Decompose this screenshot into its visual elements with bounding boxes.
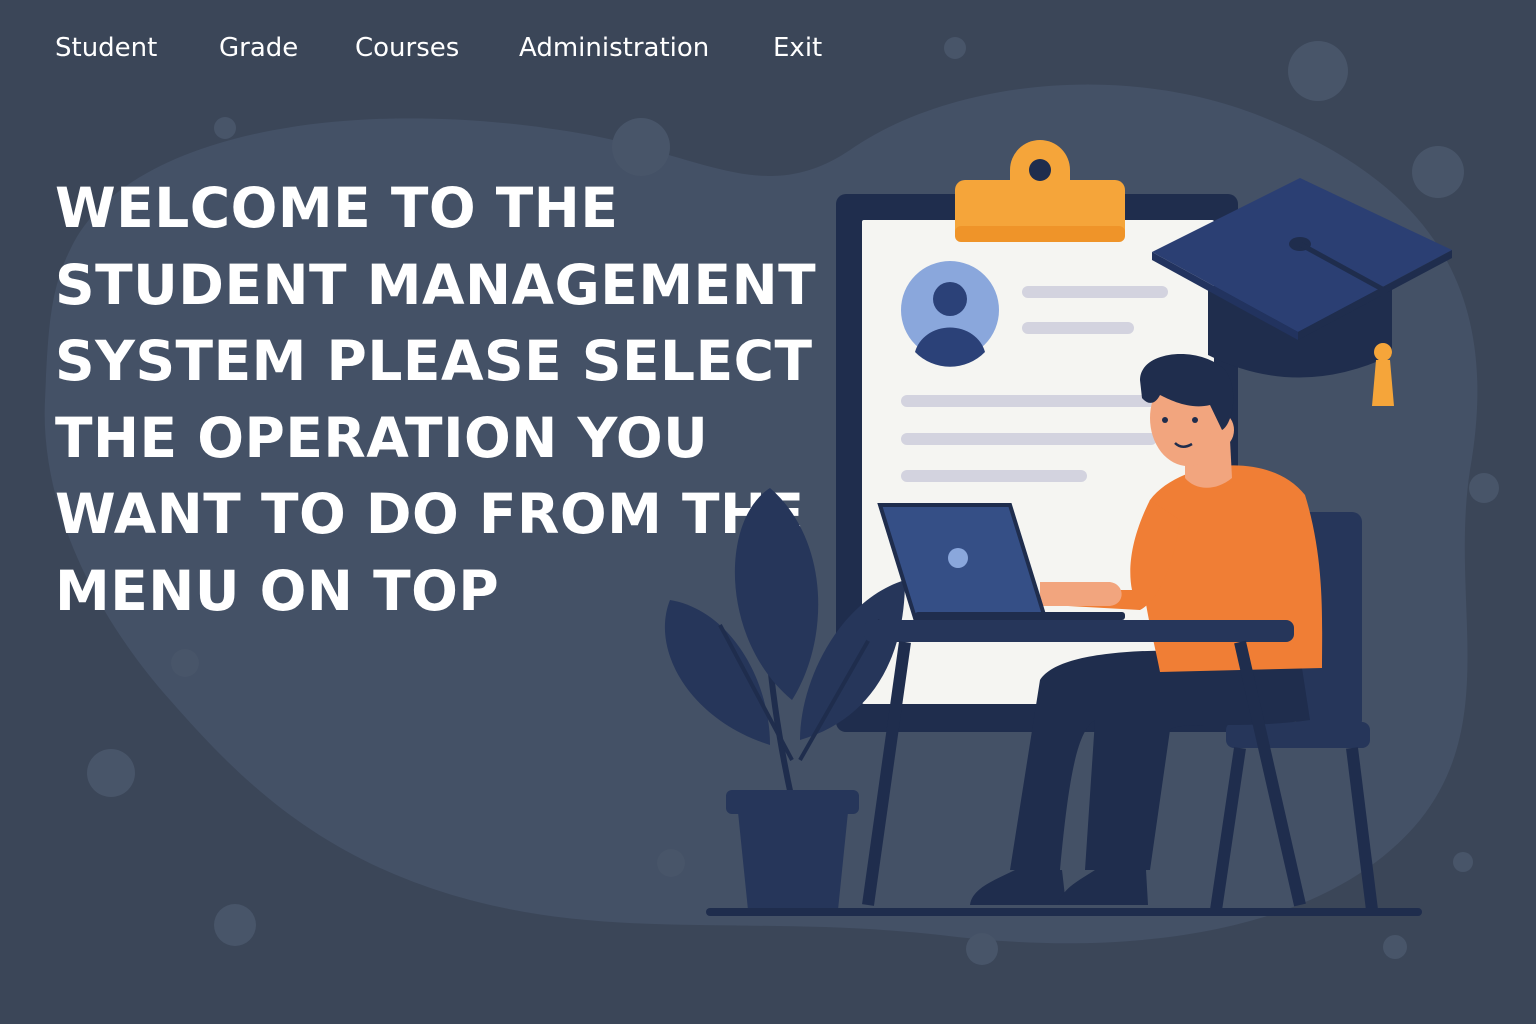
student-illustration: [664, 140, 1452, 916]
avatar-icon: [901, 261, 999, 367]
floor-line: [706, 908, 1422, 916]
